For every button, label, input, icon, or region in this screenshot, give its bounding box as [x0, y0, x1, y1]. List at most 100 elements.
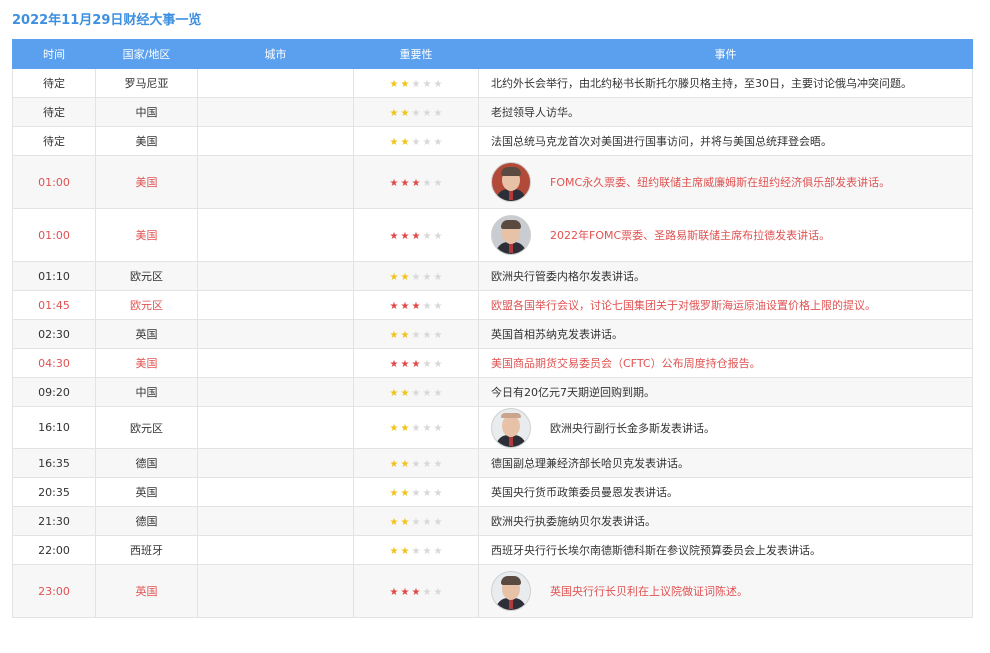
star-icon: ★ [422, 458, 432, 470]
row-event: FOMC永久票委、纽约联储主席威廉姆斯在纽约经济俱乐部发表讲话。 [478, 155, 973, 209]
importance-stars: ★ ★ ★ ★ ★ [389, 137, 444, 148]
star-icon: ★ [433, 487, 443, 499]
row-importance: ★ ★ ★ ★ ★ [353, 506, 479, 536]
row-city [197, 97, 354, 127]
star-icon: ★ [411, 300, 421, 312]
table-row: 01:45 欧元区 ★ ★ ★ ★ ★ 欧盟各国举行会议，讨论七国集团关于对俄罗斯海运原油设置… [12, 290, 973, 320]
row-time: 23:00 [12, 564, 96, 618]
star-icon: ★ [389, 586, 399, 598]
row-event: 美国商品期货交易委员会（CFTC）公布周度持仓报告。 [478, 348, 973, 378]
table-row: 23:00 英国 ★ ★ ★ ★ ★ 英国央行行长贝利在上议院做证词陈述。 [12, 564, 973, 618]
event-text: 西班牙央行行长埃尔南德斯德科斯在参议院预算委员会上发表讲话。 [491, 544, 821, 557]
row-city [197, 68, 354, 98]
row-country: 欧元区 [95, 406, 198, 449]
star-icon: ★ [400, 300, 410, 312]
star-icon: ★ [400, 423, 410, 434]
header-country: 国家/地区 [95, 39, 198, 69]
importance-stars: ★ ★ ★ ★ ★ [389, 387, 444, 399]
row-importance: ★ ★ ★ ★ ★ [353, 261, 479, 291]
row-city [197, 348, 354, 378]
star-icon: ★ [389, 78, 399, 90]
row-city [197, 377, 354, 407]
row-time: 待定 [12, 97, 96, 127]
row-country: 英国 [95, 564, 198, 618]
row-importance: ★ ★ ★ ★ ★ [353, 406, 479, 449]
row-time: 01:00 [12, 208, 96, 262]
row-event: 欧洲央行管委内格尔发表讲话。 [478, 261, 973, 291]
star-icon: ★ [411, 107, 421, 119]
row-country: 德国 [95, 506, 198, 536]
speaker-avatar [491, 215, 531, 255]
row-time: 待定 [12, 126, 96, 156]
row-city [197, 535, 354, 565]
row-city [197, 477, 354, 507]
star-icon: ★ [422, 423, 432, 434]
row-city [197, 564, 354, 618]
speaker-avatar [491, 407, 531, 448]
row-time: 04:30 [12, 348, 96, 378]
event-text: 欧洲央行管委内格尔发表讲话。 [491, 270, 645, 283]
importance-stars: ★ ★ ★ ★ ★ [389, 107, 444, 119]
star-icon: ★ [433, 458, 443, 470]
star-icon: ★ [422, 516, 432, 528]
star-icon: ★ [400, 358, 410, 370]
importance-stars: ★ ★ ★ ★ ★ [389, 458, 444, 470]
header-event: 事件 [478, 39, 973, 69]
table-row: 16:35 德国 ★ ★ ★ ★ ★ 德国副总理兼经济部长哈贝克发表讲话。 [12, 448, 973, 478]
star-icon: ★ [411, 545, 421, 557]
table-body: 待定 罗马尼亚 ★ ★ ★ ★ ★ 北约外长会举行，由北约秘书长斯托尔滕贝格主持，至30日，主… [12, 68, 973, 618]
star-icon: ★ [389, 423, 399, 434]
star-icon: ★ [433, 516, 443, 528]
table-row: 待定 美国 ★ ★ ★ ★ ★ 法国总统马克龙首次对美国进行国事访问，并将与美国总统拜登会晤。 [12, 126, 973, 156]
row-country: 中国 [95, 97, 198, 127]
table-row: 16:10 欧元区 ★ ★ ★ ★ ★ 欧洲央行副行长金多斯发表讲话。 [12, 406, 973, 449]
star-icon: ★ [411, 329, 421, 341]
header-importance: 重要性 [353, 39, 479, 69]
event-text: 欧洲央行副行长金多斯发表讲话。 [550, 421, 715, 435]
event-text: 英国央行货币政策委员曼恩发表讲话。 [491, 486, 678, 499]
star-icon: ★ [433, 177, 443, 189]
star-icon: ★ [433, 387, 443, 399]
row-time: 01:45 [12, 290, 96, 320]
star-icon: ★ [389, 230, 399, 242]
row-time: 02:30 [12, 319, 96, 349]
star-icon: ★ [411, 458, 421, 470]
row-time: 待定 [12, 68, 96, 98]
star-icon: ★ [433, 78, 443, 90]
star-icon: ★ [389, 271, 399, 283]
importance-stars: ★ ★ ★ ★ ★ [389, 358, 444, 370]
row-importance: ★ ★ ★ ★ ★ [353, 377, 479, 407]
importance-stars: ★ ★ ★ ★ ★ [389, 424, 444, 434]
star-icon: ★ [422, 271, 432, 283]
row-city [197, 406, 354, 449]
row-event: 德国副总理兼经济部长哈贝克发表讲话。 [478, 448, 973, 478]
event-text: 美国商品期货交易委员会（CFTC）公布周度持仓报告。 [491, 357, 761, 370]
table-row: 待定 中国 ★ ★ ★ ★ ★ 老挝领导人访华。 [12, 97, 973, 127]
row-event: 西班牙央行行长埃尔南德斯德科斯在参议院预算委员会上发表讲话。 [478, 535, 973, 565]
star-icon: ★ [422, 78, 432, 90]
row-event: 英国首相苏纳克发表讲话。 [478, 319, 973, 349]
row-event: 欧洲央行执委施纳贝尔发表讲话。 [478, 506, 973, 536]
star-icon: ★ [411, 78, 421, 90]
star-icon: ★ [400, 387, 410, 399]
star-icon: ★ [400, 329, 410, 341]
star-icon: ★ [400, 458, 410, 470]
row-city [197, 261, 354, 291]
header-city: 城市 [197, 39, 354, 69]
row-country: 美国 [95, 155, 198, 209]
row-country: 英国 [95, 477, 198, 507]
event-text: 英国首相苏纳克发表讲话。 [491, 328, 623, 341]
star-icon: ★ [422, 300, 432, 312]
row-city [197, 448, 354, 478]
speaker-avatar [491, 162, 531, 202]
importance-stars: ★ ★ ★ ★ ★ [389, 300, 444, 312]
row-time: 09:20 [12, 377, 96, 407]
star-icon: ★ [433, 586, 443, 598]
row-importance: ★ ★ ★ ★ ★ [353, 155, 479, 209]
star-icon: ★ [433, 230, 443, 242]
row-event: 老挝领导人访华。 [478, 97, 973, 127]
event-text: 欧洲央行执委施纳贝尔发表讲话。 [491, 515, 656, 528]
row-event: 欧洲央行副行长金多斯发表讲话。 [478, 406, 973, 449]
row-event: 英国央行货币政策委员曼恩发表讲话。 [478, 477, 973, 507]
star-icon: ★ [433, 107, 443, 119]
